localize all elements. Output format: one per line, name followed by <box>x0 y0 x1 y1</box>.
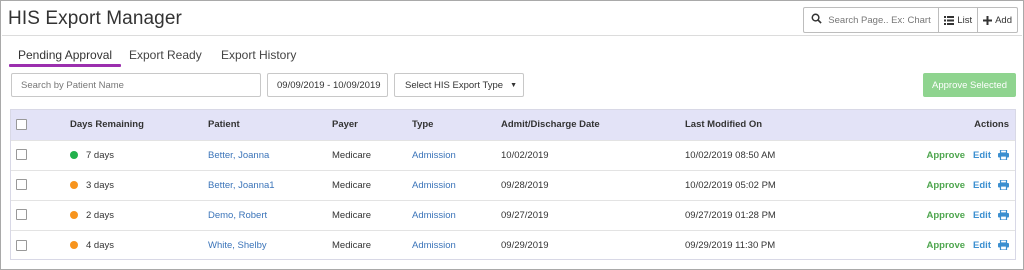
type-link[interactable]: Admission <box>412 210 456 221</box>
row-checkbox[interactable] <box>16 239 27 251</box>
tab-export-history[interactable]: Export History <box>221 48 296 62</box>
select-all-checkbox[interactable] <box>16 119 27 131</box>
admit-discharge-date: 09/29/2019 <box>501 239 549 251</box>
row-checkbox[interactable] <box>16 179 27 191</box>
list-button-label: List <box>957 14 973 26</box>
page-search-input[interactable] <box>828 14 937 26</box>
admit-discharge-date: 09/27/2019 <box>501 209 549 221</box>
page-search <box>804 8 940 32</box>
patient-link[interactable]: Demo, Robert <box>208 210 267 221</box>
filter-bar: Select HIS Export Type ▼ <box>7 73 1019 101</box>
print-icon[interactable] <box>998 149 1009 160</box>
table-header-row: Days Remaining Patient Payer Type Admit/… <box>11 110 1015 140</box>
status-dot <box>70 241 78 250</box>
payer: Medicare <box>332 179 372 191</box>
page-title: HIS Export Manager <box>8 8 182 29</box>
days-remaining: 7 days <box>86 149 114 161</box>
table-row: 2 days Demo, Robert Medicare Admission 0… <box>11 200 1015 230</box>
last-modified: 10/02/2019 05:02 PM <box>685 179 776 191</box>
export-type-select[interactable]: Select HIS Export Type ▼ <box>394 73 524 97</box>
search-icon <box>811 13 822 27</box>
edit-link[interactable]: Edit <box>973 240 991 251</box>
list-icon <box>944 15 955 25</box>
col-actions: Actions <box>974 119 1009 131</box>
print-icon[interactable] <box>998 209 1009 220</box>
last-modified: 09/27/2019 01:28 PM <box>685 209 776 221</box>
tab-export-ready[interactable]: Export Ready <box>129 48 202 62</box>
status-dot <box>70 180 78 189</box>
col-admit-discharge-date[interactable]: Admit/Discharge Date <box>501 110 685 140</box>
approve-link[interactable]: Approve <box>927 240 966 251</box>
print-icon[interactable] <box>998 179 1009 190</box>
type-link[interactable]: Admission <box>412 150 456 161</box>
top-header: HIS Export Manager List Add <box>2 2 1022 36</box>
last-modified: 09/29/2019 11:30 PM <box>685 239 776 251</box>
export-table: Days Remaining Patient Payer Type Admit/… <box>10 109 1016 260</box>
add-button-label: Add <box>995 14 1012 26</box>
list-button[interactable]: List <box>939 8 977 32</box>
type-link[interactable]: Admission <box>412 180 456 191</box>
payer: Medicare <box>332 209 372 221</box>
payer: Medicare <box>332 239 372 251</box>
table-row: 7 days Better, Joanna Medicare Admission… <box>11 140 1015 170</box>
admit-discharge-date: 09/28/2019 <box>501 179 549 191</box>
app-window: HIS Export Manager List Add <box>0 0 1024 270</box>
approve-link[interactable]: Approve <box>927 180 966 191</box>
edit-link[interactable]: Edit <box>973 180 991 191</box>
tab-pending-approval[interactable]: Pending Approval <box>18 48 112 62</box>
print-icon[interactable] <box>998 240 1009 251</box>
table-row: 4 days White, Shelby Medicare Admission … <box>11 230 1015 260</box>
col-last-modified[interactable]: Last Modified On <box>685 110 885 140</box>
patient-search-input[interactable] <box>11 73 261 97</box>
add-button[interactable]: Add <box>977 8 1017 32</box>
edit-link[interactable]: Edit <box>973 210 991 221</box>
patient-link[interactable]: Better, Joanna1 <box>208 180 275 191</box>
type-link[interactable]: Admission <box>412 240 456 251</box>
col-type[interactable]: Type <box>412 110 501 140</box>
admit-discharge-date: 10/02/2019 <box>501 149 549 161</box>
row-checkbox[interactable] <box>16 209 27 221</box>
main-content: Pending Approval Export Ready Export His… <box>7 39 1019 263</box>
last-modified: 10/02/2019 08:50 AM <box>685 149 776 161</box>
days-remaining: 3 days <box>86 179 114 191</box>
patient-link[interactable]: White, Shelby <box>208 240 267 251</box>
edit-link[interactable]: Edit <box>973 150 991 161</box>
approve-link[interactable]: Approve <box>927 210 966 221</box>
approve-link[interactable]: Approve <box>927 150 966 161</box>
export-type-label: Select HIS Export Type <box>405 79 504 91</box>
payer: Medicare <box>332 149 372 161</box>
status-dot <box>70 210 78 219</box>
header-toolbar: List Add <box>803 7 1018 33</box>
date-range-input[interactable] <box>267 73 388 97</box>
days-remaining: 2 days <box>86 209 114 221</box>
patient-link[interactable]: Better, Joanna <box>208 150 269 161</box>
days-remaining: 4 days <box>86 239 114 251</box>
row-checkbox[interactable] <box>16 149 27 161</box>
active-tab-indicator <box>9 64 121 67</box>
table-row: 3 days Better, Joanna1 Medicare Admissio… <box>11 170 1015 200</box>
col-payer[interactable]: Payer <box>332 110 412 140</box>
col-days-remaining[interactable]: Days Remaining <box>70 110 208 140</box>
status-dot <box>70 150 78 159</box>
approve-selected-button[interactable]: Approve Selected <box>923 73 1016 97</box>
col-patient[interactable]: Patient <box>208 110 332 140</box>
plus-icon <box>983 15 993 25</box>
tab-bar: Pending Approval Export Ready Export His… <box>7 39 1019 67</box>
caret-down-icon: ▼ <box>510 82 517 89</box>
